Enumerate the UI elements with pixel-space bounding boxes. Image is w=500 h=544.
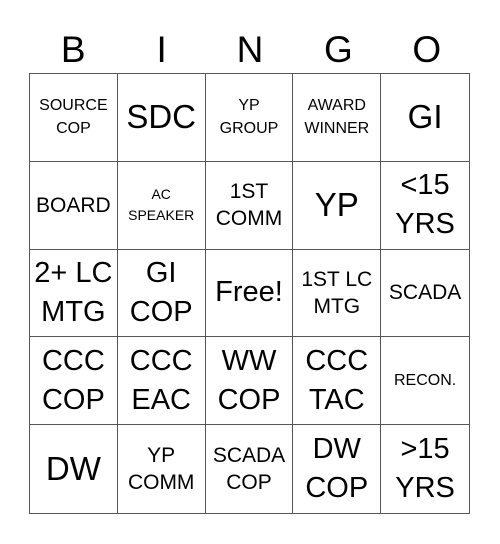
bingo-cell[interactable]: >15 YRS (381, 425, 469, 513)
bingo-cell[interactable]: <15 YRS (381, 162, 469, 250)
cell-label: <15 YRS (395, 169, 455, 241)
bingo-grid: SOURCE COP SDC YP GROUP AWARD WINNER GI BOARD… (29, 73, 470, 514)
cell-label: 2+ LC MTG (34, 256, 113, 328)
free-space-cell[interactable]: Free! (205, 249, 294, 338)
cell-label: GI (407, 98, 443, 136)
cell-label: YP COMM (127, 444, 195, 495)
bingo-cell[interactable]: SOURCE COP (30, 74, 118, 162)
bingo-cell[interactable]: YP (293, 161, 382, 250)
cell-label: YP (314, 186, 359, 224)
cell-label: Free! (215, 276, 283, 309)
cell-label: GI COP (129, 256, 193, 328)
bingo-cell[interactable]: CCC COP (30, 337, 118, 426)
cell-label: CCC EAC (129, 344, 193, 416)
cell-label: BOARD (36, 193, 111, 217)
cell-label: DW (45, 450, 101, 488)
bingo-cell[interactable]: 1ST LC MTG (293, 249, 382, 338)
bingo-cell[interactable]: AC SPEAKER (117, 161, 206, 250)
bingo-cell[interactable]: YP COMM (118, 425, 206, 513)
cell-label: SCADA (388, 281, 462, 305)
cell-label: 1ST COMM (215, 180, 283, 231)
cell-label: SDC (126, 98, 197, 136)
bingo-cell[interactable]: GI (381, 74, 469, 162)
cell-label: >15 YRS (395, 433, 455, 505)
cell-label: 1ST LC MTG (301, 267, 373, 318)
header-letter-i: I (156, 29, 167, 70)
cell-label: SCADA COP (212, 444, 286, 495)
cell-label: AC SPEAKER (128, 186, 195, 224)
header-letter-n: N (236, 29, 264, 70)
header-letter-o: O (412, 29, 442, 70)
cell-label: CCC TAC (305, 344, 369, 416)
cell-label: AWARD WINNER (304, 97, 370, 138)
bingo-cell[interactable]: DW COP (293, 425, 382, 513)
bingo-cell[interactable]: WW COP (205, 337, 294, 426)
bingo-header: B I N G O (29, 30, 471, 70)
cell-label: DW COP (305, 433, 369, 505)
cell-label: YP GROUP (219, 97, 279, 138)
header-letter-g: G (323, 29, 353, 70)
bingo-cell[interactable]: RECON. (381, 337, 469, 426)
bingo-cell[interactable]: CCC EAC (117, 337, 206, 426)
bingo-cell[interactable]: 2+ LC MTG (30, 249, 118, 338)
bingo-cell[interactable]: DW (30, 425, 118, 513)
bingo-cell[interactable]: GI COP (117, 249, 206, 338)
bingo-cell[interactable]: SCADA COP (206, 425, 294, 513)
bingo-cell[interactable]: SDC (117, 74, 206, 162)
cell-label: SOURCE COP (39, 97, 108, 138)
cell-label: WW COP (217, 344, 281, 416)
cell-label: CCC COP (41, 344, 105, 416)
bingo-cell[interactable]: CCC TAC (293, 337, 382, 426)
header-letter-b: B (60, 29, 86, 70)
bingo-cell[interactable]: AWARD WINNER (293, 74, 382, 162)
bingo-cell[interactable]: SCADA (381, 250, 469, 338)
bingo-cell[interactable]: BOARD (30, 161, 118, 250)
bingo-cell[interactable]: YP GROUP (205, 74, 294, 162)
cell-label: RECON. (393, 372, 457, 390)
bingo-cell[interactable]: 1ST COMM (205, 161, 294, 250)
